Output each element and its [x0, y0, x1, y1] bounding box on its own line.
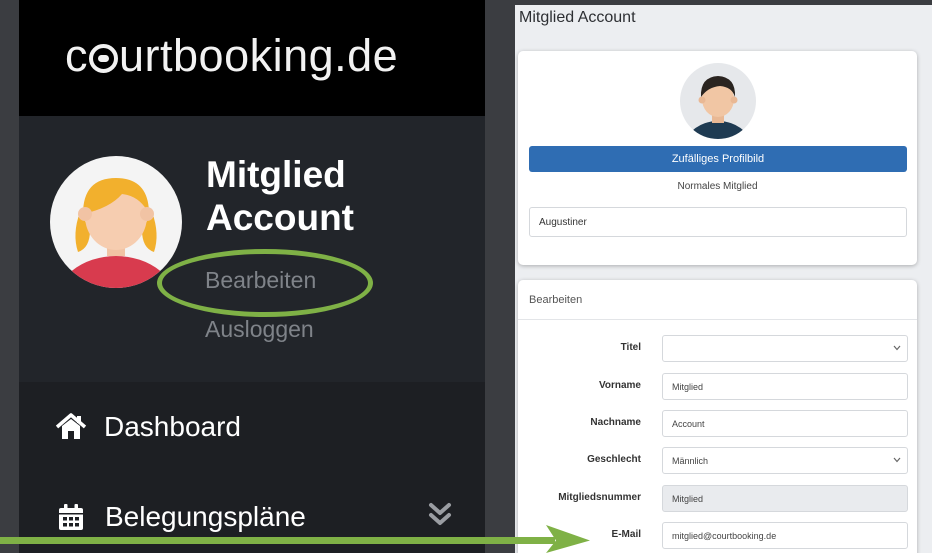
- form-row-titel: Titel: [518, 335, 917, 362]
- girl-avatar-icon: [58, 178, 174, 288]
- avatar: [50, 156, 182, 288]
- titel-label: Titel: [620, 342, 641, 353]
- page-title: Mitglied Account: [519, 9, 636, 26]
- nachname-label: Nachname: [590, 417, 641, 428]
- titel-select-wrapper: [662, 335, 908, 362]
- edit-profile-link[interactable]: Bearbeiten: [205, 267, 316, 294]
- email-input[interactable]: [662, 522, 908, 549]
- member-type-label: Normales Mitglied: [677, 181, 758, 192]
- profile-section: Mitglied Account Bearbeiten Ausloggen: [19, 116, 485, 382]
- calendar-icon: [59, 504, 83, 530]
- random-profile-picture-button[interactable]: Zufälliges Profilbild: [529, 146, 907, 172]
- edit-card-title: Bearbeiten: [529, 294, 583, 306]
- avatar-card: Zufälliges Profilbild Normales Mitglied: [518, 51, 917, 265]
- user-name: Mitglied Account: [206, 153, 354, 239]
- brand-logo[interactable]: c urtbooking.de: [65, 30, 398, 82]
- chevron-double-down-icon[interactable]: [427, 499, 453, 531]
- mitgliedsnummer-input: [662, 485, 908, 512]
- main-content: Mitglied Account Zufälliges Profilbild N…: [515, 5, 932, 553]
- nav-label-dashboard: Dashboard: [104, 411, 241, 442]
- edit-card: Bearbeiten Titel Vorname Nachname Geschl…: [518, 280, 917, 553]
- user-last-name: Account: [206, 197, 354, 238]
- form-row-mitgliedsnummer: Mitgliedsnummer: [518, 485, 917, 512]
- brand-logo-suffix: urtbooking.de: [119, 30, 399, 81]
- club-input[interactable]: [529, 207, 907, 237]
- profile-picture: [680, 63, 756, 139]
- ball-logo-icon: [89, 44, 118, 73]
- titel-select[interactable]: [662, 335, 908, 362]
- sidebar: c urtbooking.de Mitglied Account Bearbeit…: [19, 0, 485, 553]
- edit-card-header: Bearbeiten: [518, 280, 917, 320]
- vorname-label: Vorname: [598, 380, 641, 391]
- nav-label-belegungsplaene: Belegungspläne: [105, 501, 306, 532]
- form-row-nachname: Nachname: [518, 410, 917, 437]
- form-row-email: E-Mail: [518, 522, 917, 549]
- geschlecht-label: Geschlecht: [587, 454, 641, 465]
- nav-item-dashboard[interactable]: Dashboard: [19, 403, 485, 455]
- mitgliedsnummer-label: Mitgliedsnummer: [558, 492, 641, 503]
- nav-item-belegungsplaene[interactable]: Belegungspläne: [19, 493, 485, 545]
- geschlecht-select-wrapper: [662, 447, 908, 474]
- vorname-input[interactable]: [662, 373, 908, 400]
- form-row-geschlecht: Geschlecht: [518, 447, 917, 474]
- email-label: E-Mail: [611, 529, 641, 540]
- brand-bar: c urtbooking.de: [19, 0, 485, 116]
- home-icon: [55, 413, 87, 439]
- form-row-vorname: Vorname: [518, 373, 917, 400]
- geschlecht-select[interactable]: [662, 447, 908, 474]
- nachname-input[interactable]: [662, 410, 908, 437]
- boy-avatar-icon: [686, 76, 750, 139]
- logout-link[interactable]: Ausloggen: [205, 316, 314, 343]
- brand-logo-prefix: c: [65, 30, 88, 81]
- user-first-name: Mitglied: [206, 154, 346, 195]
